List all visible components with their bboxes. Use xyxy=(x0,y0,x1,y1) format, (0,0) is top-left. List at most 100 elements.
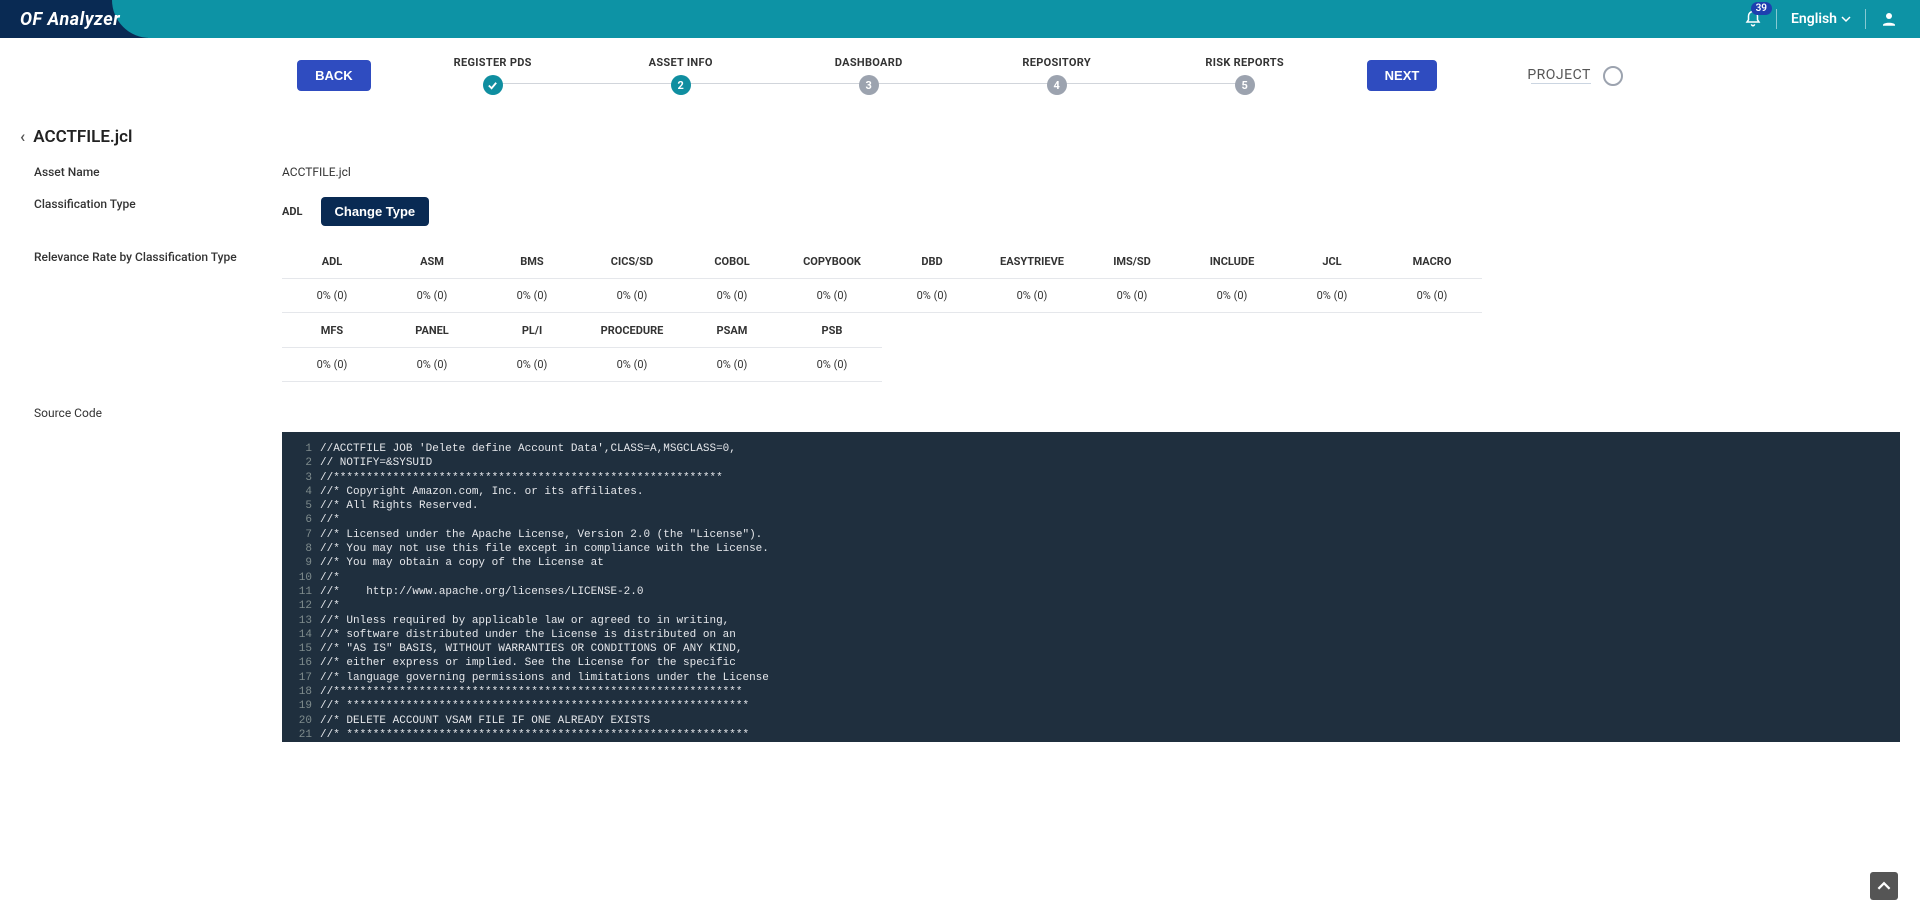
source-code-viewer[interactable]: 1//ACCTFILE JOB 'Delete define Account D… xyxy=(282,432,1900,742)
rel-col-head: DBD xyxy=(882,244,982,279)
notifications-button[interactable]: 39 xyxy=(1744,10,1762,28)
rel-col-head: BMS xyxy=(482,244,582,279)
code-text: // NOTIFY=&SYSUID xyxy=(320,456,432,470)
code-line: 13//* Unless required by applicable law … xyxy=(290,614,1892,628)
notification-count: 39 xyxy=(1751,2,1772,15)
code-line: 12//* xyxy=(290,599,1892,613)
rel-col-head: EASYTRIEVE xyxy=(982,244,1082,279)
caret-down-icon xyxy=(1841,14,1851,24)
code-text: //* either express or implied. See the L… xyxy=(320,656,736,670)
code-text: //* ************************************… xyxy=(320,728,749,742)
code-line: 4 //* Copyright Amazon.com, Inc. or its a… xyxy=(290,485,1892,499)
rel-col-head: PSAM xyxy=(682,313,782,348)
divider xyxy=(1776,9,1777,29)
step-circle: 5 xyxy=(1235,75,1255,95)
language-label: English xyxy=(1791,11,1837,27)
rel-col-head: IMS/SD xyxy=(1082,244,1182,279)
back-button[interactable]: BACK xyxy=(297,60,371,91)
step-label: REPOSITORY xyxy=(1022,56,1091,69)
user-icon xyxy=(1880,10,1898,28)
line-number: 6 xyxy=(290,513,312,527)
code-line: 20//* DELETE ACCOUNT VSAM FILE IF ONE AL… xyxy=(290,714,1892,728)
topbar-right: 39 English xyxy=(1744,9,1920,29)
line-number: 18 xyxy=(290,685,312,699)
line-number: 14 xyxy=(290,628,312,642)
line-number: 8 xyxy=(290,542,312,556)
brand-wrap: OF Analyzer xyxy=(0,0,148,38)
code-line: 18//************************************… xyxy=(290,685,1892,699)
content-area: ‹ ACCTFILE.jcl Asset Name ACCTFILE.jcl C… xyxy=(0,103,1920,782)
code-text: //* Unless required by applicable law or… xyxy=(320,614,729,628)
step-label: ASSET INFO xyxy=(649,56,713,69)
rel-col-head: MFS xyxy=(282,313,382,348)
rel-col-val: 0% (0) xyxy=(782,279,882,313)
code-line: 2 // NOTIFY=&SYSUID xyxy=(290,456,1892,470)
rel-col-val: 0% (0) xyxy=(282,348,382,382)
rel-col-val: 0% (0) xyxy=(282,279,382,313)
code-text: //* xyxy=(320,513,340,527)
brand-title: OF Analyzer xyxy=(20,9,120,30)
rel-col-head: COPYBOOK xyxy=(782,244,882,279)
rel-col-head: ADL xyxy=(282,244,382,279)
code-line: 8//* You may not use this file except in… xyxy=(290,542,1892,556)
code-text: //* DELETE ACCOUNT VSAM FILE IF ONE ALRE… xyxy=(320,714,650,728)
code-text: //* You may obtain a copy of the License… xyxy=(320,556,604,570)
rel-col-head: MACRO xyxy=(1382,244,1482,279)
line-number: 4 xyxy=(290,485,312,499)
code-text: //* xyxy=(320,571,340,585)
code-text: //* Copyright Amazon.com, Inc. or its af… xyxy=(320,485,643,499)
rel-col-val: 0% (0) xyxy=(1282,279,1382,313)
step-label: RISK REPORTS xyxy=(1205,56,1284,69)
step-3[interactable]: DASHBOARD3 xyxy=(775,56,963,95)
line-number: 17 xyxy=(290,671,312,685)
class-type-row: ADL Change Type xyxy=(282,197,1900,226)
code-line: 10 //* xyxy=(290,571,1892,585)
code-line: 9//* You may obtain a copy of the Licens… xyxy=(290,556,1892,570)
rel-col-val: 0% (0) xyxy=(382,279,482,313)
line-number: 10 xyxy=(290,571,312,585)
code-text: //* ************************************… xyxy=(320,699,749,713)
code-text: //* xyxy=(320,599,340,613)
code-line: 19//* **********************************… xyxy=(290,699,1892,713)
rel-col-val: 0% (0) xyxy=(682,348,782,382)
code-text: //* "AS IS" BASIS, WITHOUT WARRANTIES OR… xyxy=(320,642,742,656)
project-circle[interactable] xyxy=(1603,66,1623,86)
rel-col-val: 0% (0) xyxy=(582,348,682,382)
language-selector[interactable]: English xyxy=(1791,11,1851,27)
next-button[interactable]: NEXT xyxy=(1367,60,1438,91)
relevance-table: ADLASMBMSCICS/SDCOBOLCOPYBOOKDBDEASYTRIE… xyxy=(282,244,1900,382)
code-line: 6 //* xyxy=(290,513,1892,527)
step-5[interactable]: RISK REPORTS 5 xyxy=(1151,56,1339,95)
rel-col-head: ASM xyxy=(382,244,482,279)
asset-name-value: ACCTFILE.jcl xyxy=(282,165,1900,179)
breadcrumb[interactable]: ‹ ACCTFILE.jcl xyxy=(20,127,1900,147)
scroll-top-button[interactable] xyxy=(1870,872,1898,900)
line-number: 11 xyxy=(290,585,312,599)
rel-col-val: 0% (0) xyxy=(882,279,982,313)
rel-col-val: 0% (0) xyxy=(482,279,582,313)
code-text: //* Licensed under the Apache License, V… xyxy=(320,528,762,542)
rel-col-head: PANEL xyxy=(382,313,482,348)
line-number: 3 xyxy=(290,471,312,485)
step-4[interactable]: REPOSITORY4 xyxy=(963,56,1151,95)
step-circle: 2 xyxy=(671,75,691,95)
relevance-label: Relevance Rate by Classification Type xyxy=(34,250,282,264)
source-code-label: Source Code xyxy=(34,406,1900,420)
rel-col-head: JCL xyxy=(1282,244,1382,279)
user-button[interactable] xyxy=(1880,10,1898,28)
step-2[interactable]: ASSET INFO 2 xyxy=(587,56,775,95)
code-line: 17 //* language governing permissions and… xyxy=(290,671,1892,685)
code-text: //* All Rights Reserved. xyxy=(320,499,478,513)
change-type-button[interactable]: Change Type xyxy=(321,197,430,226)
line-number: 21 xyxy=(290,728,312,742)
step-1[interactable]: REGISTER PDS xyxy=(399,56,587,95)
rel-col-val: 0% (0) xyxy=(382,348,482,382)
code-text: //* language governing permissions and l… xyxy=(320,671,769,685)
stepper-row: BACK REGISTER PDSASSET INFO2DASHBOARD3RE… xyxy=(0,38,1920,103)
steps: REGISTER PDSASSET INFO2DASHBOARD3REPOSIT… xyxy=(399,56,1339,95)
line-number: 2 xyxy=(290,456,312,470)
code-line: 14//* software distributed under the Lic… xyxy=(290,628,1892,642)
rel-col-head: COBOL xyxy=(682,244,782,279)
top-bar: OF Analyzer 39 English xyxy=(0,0,1920,38)
code-text: //* http://www.apache.org/licenses/LICEN… xyxy=(320,585,643,599)
